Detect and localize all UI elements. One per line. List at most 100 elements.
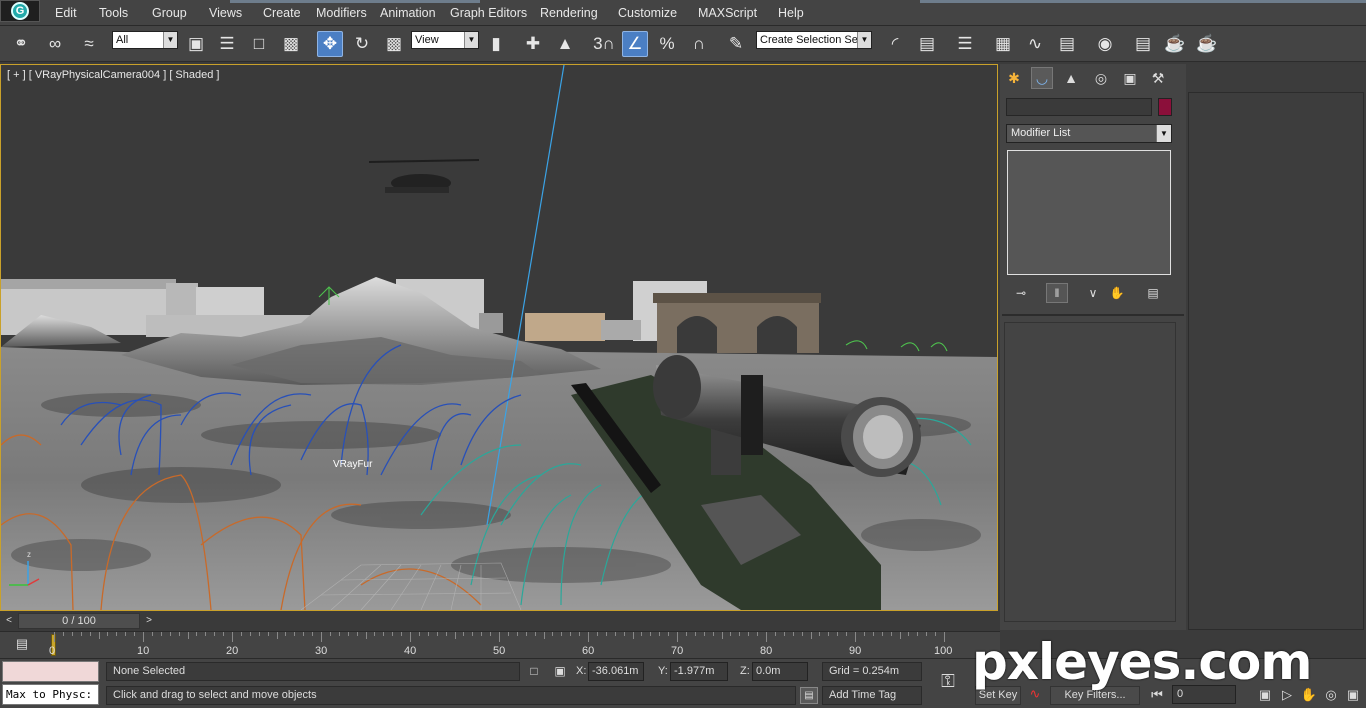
menu-modifiers[interactable]: Modifiers (316, 6, 367, 20)
reference-coord-value: View (415, 34, 439, 46)
window-crossing-icon[interactable]: ▩ (278, 31, 304, 57)
perspective-viewport[interactable]: [ + ] [ VRayPhysicalCamera004 ] [ Shaded… (0, 64, 998, 611)
modifier-list-dropdown[interactable]: Modifier List ▼ (1006, 124, 1172, 143)
timeline-tick (143, 632, 144, 642)
next-frame-icon[interactable]: > (142, 614, 156, 628)
chevron-down-icon: ▼ (1156, 125, 1171, 142)
menu-create[interactable]: Create (263, 6, 301, 20)
time-slider-thumb[interactable]: 0 / 100 (18, 613, 140, 629)
timeline-tick (321, 632, 322, 642)
mirror-icon[interactable]: ◜ (882, 31, 908, 57)
menu-help[interactable]: Help (778, 6, 804, 20)
watermark-text: pxleyes.com (972, 633, 1312, 691)
arc-rotate-icon[interactable]: ◎ (1322, 685, 1340, 704)
rotate-icon[interactable]: ↻ (349, 31, 375, 57)
modifier-stack-list[interactable] (1007, 150, 1171, 275)
display-tab-icon[interactable]: ▣ (1119, 67, 1141, 89)
configure-sets-icon[interactable]: ▤ (1142, 283, 1164, 303)
select-object-icon[interactable]: ▣ (183, 31, 209, 57)
manipulate-icon[interactable]: ✚ (520, 31, 546, 57)
render-setup-icon[interactable]: ▤ (1130, 31, 1156, 57)
lock-icon[interactable]: □ (526, 663, 542, 679)
percent-snap-icon[interactable]: % (654, 31, 680, 57)
named-selection-value: Create Selection Se (760, 34, 858, 46)
remove-modifier-icon[interactable]: ✋ (1106, 283, 1128, 303)
timeline-tick (338, 632, 340, 636)
app-logo-button[interactable]: G (0, 0, 40, 22)
menu-customize[interactable]: Customize (618, 6, 677, 20)
material-editor-icon[interactable]: ◉ (1092, 31, 1118, 57)
graphite-icon[interactable]: ▦ (990, 31, 1016, 57)
schematic-view-icon[interactable]: ▤ (1054, 31, 1080, 57)
keyboard-shortcut-icon[interactable]: ▲ (552, 31, 578, 57)
x-coord-label: X: (576, 665, 587, 677)
create-tab-icon[interactable]: ✱ (1003, 67, 1025, 89)
menu-group[interactable]: Group (152, 6, 187, 20)
select-by-name-icon[interactable]: ☰ (214, 31, 240, 57)
bind-space-warp-icon[interactable]: ≈ (76, 31, 102, 57)
angle-snap-icon[interactable]: ∠ (622, 31, 648, 57)
curve-editor-icon[interactable]: ∿ (1022, 31, 1048, 57)
timeline-tick (766, 632, 767, 642)
menu-edit[interactable]: Edit (55, 6, 77, 20)
unlink-icon[interactable]: ∞ (42, 31, 68, 57)
selection-filter-dropdown[interactable]: All ▼ (112, 31, 178, 49)
menu-maxscript[interactable]: MAXScript (698, 6, 757, 20)
render-production-icon[interactable]: ☕ (1194, 31, 1220, 57)
hierarchy-tab-icon[interactable]: ▲ (1060, 67, 1082, 89)
named-selection-field[interactable]: Create Selection Se ▼ (756, 31, 872, 49)
object-name-field[interactable] (1006, 98, 1152, 116)
modify-tab-icon[interactable]: ◡ (1031, 67, 1053, 89)
motion-tab-icon[interactable]: ◎ (1090, 67, 1112, 89)
timeline-tick (214, 632, 216, 636)
pin-stack-icon[interactable]: ⊸ (1010, 283, 1032, 303)
show-end-result-icon[interactable]: ‖ (1046, 283, 1068, 303)
spinner-snap-icon[interactable]: ∩ (686, 31, 712, 57)
maxscript-listener-output[interactable] (2, 661, 99, 682)
pivot-icon[interactable]: ▮ (483, 31, 509, 57)
timeline-tick (596, 632, 598, 636)
x-coord-field[interactable]: -36.061m (588, 662, 644, 681)
object-color-swatch[interactable] (1158, 98, 1172, 116)
timeline-tick (356, 632, 358, 636)
timeline-tick (472, 632, 474, 636)
move-icon[interactable]: ✥ (317, 31, 343, 57)
timeline-tick (926, 632, 928, 636)
tick-label: 40 (404, 645, 417, 657)
menu-tools[interactable]: Tools (99, 6, 128, 20)
y-coord-field[interactable]: -1.977m (670, 662, 728, 681)
link-icon[interactable]: ⚭ (8, 31, 34, 57)
menu-views[interactable]: Views (209, 6, 242, 20)
menu-graph-editors[interactable]: Graph Editors (450, 6, 527, 20)
timeline-tick (650, 632, 652, 636)
menu-rendering[interactable]: Rendering (540, 6, 598, 20)
snap-3d-icon[interactable]: 3 ∩ (591, 31, 617, 57)
menu-animation[interactable]: Animation (380, 6, 436, 20)
edit-named-selection-icon[interactable]: ✎ (723, 31, 749, 57)
track-bar[interactable]: ▤ 0 10 20 30 40 50 60 70 80 90 100 (0, 631, 1000, 658)
tick-label: 70 (671, 645, 684, 657)
utilities-tab-icon[interactable]: ⚒ (1147, 67, 1169, 89)
timeline-tick (294, 632, 296, 636)
scale-icon[interactable]: ▩ (381, 31, 407, 57)
make-unique-icon[interactable]: ∨ (1082, 283, 1104, 303)
align-icon[interactable]: ▤ (914, 31, 940, 57)
maxscript-listener-input[interactable]: Max to Physc: (2, 684, 99, 705)
max-app-window: G Edit Tools Group Views Create Modifier… (0, 0, 1366, 708)
time-slider[interactable]: < 0 / 100 > (0, 612, 1000, 631)
parameters-rollout (1004, 322, 1176, 622)
viewport-label[interactable]: [ + ] [ VRayPhysicalCamera004 ] [ Shaded… (7, 69, 219, 81)
mini-curve-editor-icon[interactable]: ▤ (12, 636, 32, 654)
time-tag-icon[interactable]: ▤ (800, 687, 818, 704)
rect-selection-icon[interactable]: □ (246, 31, 272, 57)
reference-coord-dropdown[interactable]: View ▼ (411, 31, 479, 49)
layer-manager-icon[interactable]: ☰ (952, 31, 978, 57)
timeline-tick (365, 632, 367, 639)
add-time-tag-button[interactable]: Add Time Tag (822, 686, 922, 705)
maximize-viewport-icon[interactable]: ▣ (1344, 685, 1362, 704)
prev-frame-icon[interactable]: < (2, 614, 16, 628)
absolute-mode-icon[interactable]: ▣ (552, 663, 568, 679)
rendered-frame-icon[interactable]: ☕ (1162, 31, 1188, 57)
key-icon[interactable]: ⚿ (928, 671, 968, 697)
z-coord-field[interactable]: 0.0m (752, 662, 808, 681)
